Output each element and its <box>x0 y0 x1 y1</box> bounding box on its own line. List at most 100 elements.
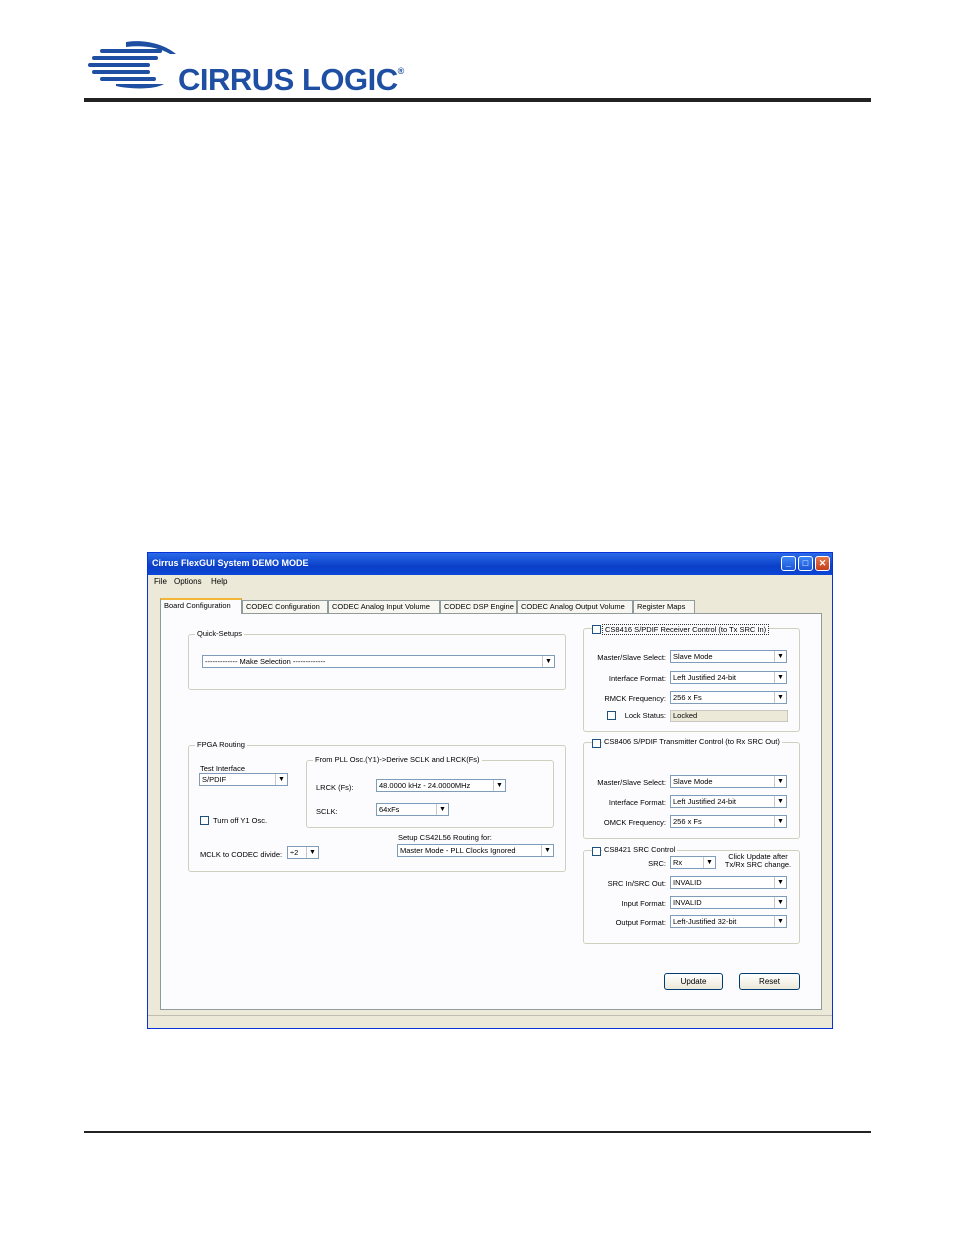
src-input-label: Input Format: <box>621 899 666 908</box>
receiver-rmck-value: 256 x Fs <box>673 693 702 702</box>
header-rule <box>84 98 871 102</box>
receiver-if-value: Left Justified 24-bit <box>673 673 736 682</box>
minimize-button[interactable]: _ <box>781 556 796 571</box>
chevron-down-icon: ▼ <box>774 672 786 683</box>
cirrus-logo-text: CIRRUS LOGIC® <box>178 62 404 97</box>
routing-label: Setup CS42L56 Routing for: <box>398 833 492 842</box>
receiver-label: CS8416 S/PDIF Receiver Control (to Tx SR… <box>602 624 770 635</box>
transmitter-if-label: Interface Format: <box>608 798 666 807</box>
window-title: Cirrus FlexGUI System DEMO MODE <box>152 558 309 568</box>
routing-value: Master Mode - PLL Clocks Ignored <box>400 846 516 855</box>
mclk-divide-label: MCLK to CODEC divide: <box>200 850 283 859</box>
chevron-down-icon: ▼ <box>703 857 715 868</box>
src-inout-label: SRC In/SRC Out: <box>607 879 666 888</box>
sclk-value: 64xFs <box>379 805 400 814</box>
receiver-ms-select[interactable]: Slave Mode ▼ <box>670 650 787 663</box>
chevron-down-icon: ▼ <box>774 692 786 703</box>
src-update-note: Click Update after Tx/Rx SRC change. <box>724 852 792 869</box>
src-output-value: Left-Justified 32-bit <box>673 917 737 926</box>
transmitter-omck-value: 256 x Fs <box>673 817 702 826</box>
src-label: CS8421 SRC Control <box>602 845 678 854</box>
transmitter-ms-select[interactable]: Slave Mode ▼ <box>670 775 787 788</box>
lock-status-label: Lock Status: <box>624 711 666 720</box>
chevron-down-icon: ▼ <box>774 916 786 927</box>
test-interface-label: Test Interface <box>200 764 246 773</box>
src-select[interactable]: Rx ▼ <box>670 856 716 869</box>
close-button[interactable]: ✕ <box>815 556 830 571</box>
lock-status-field: Locked <box>670 710 788 722</box>
board-configuration-page: Quick-Setups ------------- Make Selectio… <box>160 613 822 1010</box>
receiver-if-label: Interface Format: <box>608 674 666 683</box>
reset-button[interactable]: Reset <box>739 973 800 990</box>
transmitter-ms-value: Slave Mode <box>673 777 713 786</box>
app-window: Cirrus FlexGUI System DEMO MODE _ □ ✕ Fi… <box>147 552 833 1029</box>
transmitter-if-select[interactable]: Left Justified 24-bit ▼ <box>670 795 787 808</box>
src-input-value: INVALID <box>673 898 702 907</box>
receiver-rmck-label: RMCK Frequency: <box>604 694 666 703</box>
receiver-group: CS8416 S/PDIF Receiver Control (to Tx SR… <box>583 624 800 732</box>
lrck-value: 48.0000 kHz - 24.0000MHz <box>379 781 471 790</box>
lrck-label: LRCK (Fs): <box>316 783 354 792</box>
chevron-down-icon: ▼ <box>774 816 786 827</box>
mclk-divide-select[interactable]: ÷2 ▼ <box>287 846 319 859</box>
transmitter-omck-label: OMCK Frequency: <box>603 818 666 827</box>
turn-off-y1-checkbox[interactable] <box>200 816 209 825</box>
transmitter-omck-select[interactable]: 256 x Fs ▼ <box>670 815 787 828</box>
update-button[interactable]: Update <box>664 973 723 990</box>
menu-bar: File Options Help <box>148 575 832 589</box>
chevron-down-icon: ▼ <box>493 780 505 791</box>
fpga-routing-group: FPGA Routing Test Interface S/PDIF ▼ Tur… <box>188 740 566 872</box>
chevron-down-icon: ▼ <box>774 776 786 787</box>
menu-options[interactable]: Options <box>174 577 202 586</box>
receiver-ms-value: Slave Mode <box>673 652 713 661</box>
quick-setups-value: ------------- Make Selection -----------… <box>205 657 326 666</box>
lrck-select[interactable]: 48.0000 kHz - 24.0000MHz ▼ <box>376 779 506 792</box>
src-output-label: Output Format: <box>615 918 666 927</box>
test-interface-select[interactable]: S/PDIF ▼ <box>199 773 288 786</box>
cirrus-logo <box>86 40 181 90</box>
src-output-select[interactable]: Left-Justified 32-bit ▼ <box>670 915 787 928</box>
tab-register-maps[interactable]: Register Maps <box>633 600 695 613</box>
chevron-down-icon: ▼ <box>774 796 786 807</box>
quick-setups-select[interactable]: ------------- Make Selection -----------… <box>202 655 555 668</box>
mclk-divide-value: ÷2 <box>290 848 299 857</box>
tab-board-configuration[interactable]: Board Configuration <box>160 598 242 614</box>
chevron-down-icon: ▼ <box>541 845 553 856</box>
quick-setups-label: Quick-Setups <box>195 629 245 638</box>
transmitter-ms-label: Master/Slave Select: <box>597 778 666 787</box>
routing-select[interactable]: Master Mode - PLL Clocks Ignored ▼ <box>397 844 554 857</box>
menu-help[interactable]: Help <box>211 577 227 586</box>
receiver-ms-label: Master/Slave Select: <box>597 653 666 662</box>
src-select-label: SRC: <box>648 859 666 868</box>
fpga-routing-label: FPGA Routing <box>195 740 247 749</box>
sclk-select[interactable]: 64xFs ▼ <box>376 803 449 816</box>
sclk-label: SCLK: <box>316 807 338 816</box>
src-input-select[interactable]: INVALID ▼ <box>670 896 787 909</box>
transmitter-group: CS8406 S/PDIF Transmitter Control (to Rx… <box>583 737 800 839</box>
transmitter-label: CS8406 S/PDIF Transmitter Control (to Rx… <box>602 737 782 746</box>
tab-codec-analog-input-volume[interactable]: CODEC Analog Input Volume <box>328 600 440 613</box>
test-interface-value: S/PDIF <box>202 775 227 784</box>
src-enable-checkbox[interactable] <box>592 847 601 856</box>
chevron-down-icon: ▼ <box>774 651 786 662</box>
src-value: Rx <box>673 858 683 867</box>
pll-osc-label: From PLL Osc.(Y1)->Derive SCLK and LRCK(… <box>313 755 482 764</box>
src-inout-select[interactable]: INVALID ▼ <box>670 876 787 889</box>
src-inout-value: INVALID <box>673 878 702 887</box>
receiver-if-select[interactable]: Left Justified 24-bit ▼ <box>670 671 787 684</box>
tab-codec-configuration[interactable]: CODEC Configuration <box>242 600 328 613</box>
chevron-down-icon: ▼ <box>774 897 786 908</box>
tab-codec-analog-output-volume[interactable]: CODEC Analog Output Volume <box>517 600 633 613</box>
tab-codec-dsp-engine[interactable]: CODEC DSP Engine <box>440 600 517 613</box>
chevron-down-icon: ▼ <box>436 804 448 815</box>
title-bar[interactable]: Cirrus FlexGUI System DEMO MODE _ □ ✕ <box>148 553 832 575</box>
receiver-rmck-select[interactable]: 256 x Fs ▼ <box>670 691 787 704</box>
menu-file[interactable]: File <box>154 577 167 586</box>
receiver-enable-checkbox[interactable] <box>592 625 601 634</box>
chevron-down-icon: ▼ <box>542 656 554 667</box>
quick-setups-group: Quick-Setups ------------- Make Selectio… <box>188 629 566 690</box>
maximize-button[interactable]: □ <box>798 556 813 571</box>
turn-off-y1-label: Turn off Y1 Osc. <box>213 816 268 825</box>
transmitter-if-value: Left Justified 24-bit <box>673 797 736 806</box>
transmitter-enable-checkbox[interactable] <box>592 739 601 748</box>
